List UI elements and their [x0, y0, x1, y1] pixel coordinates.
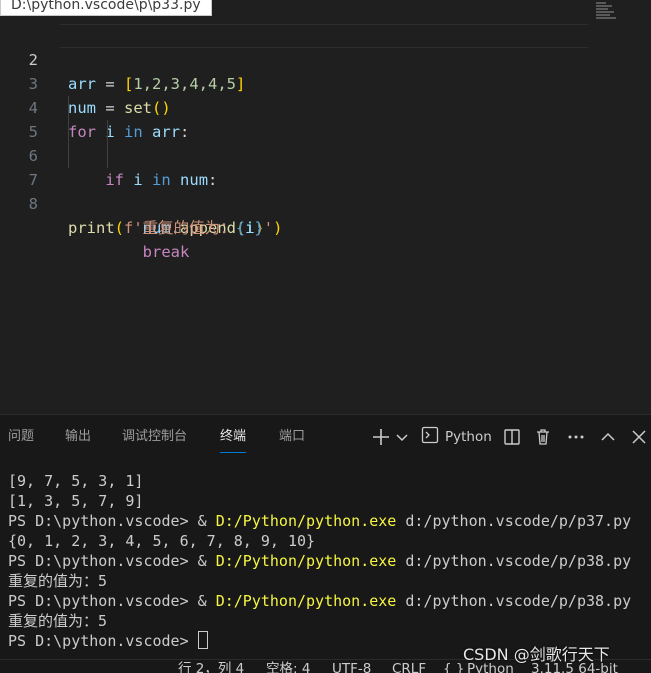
terminal-line: 重复的值为：5 [8, 612, 108, 630]
terminal-line: [9, 7, 5, 3, 1] [8, 472, 144, 490]
prompt: PS D:\python.vscode> [8, 512, 198, 530]
script-path: d:/python.vscode/p/p38.py [396, 552, 632, 570]
code-token: break [142, 243, 190, 261]
code-line[interactable]: 7 break [0, 144, 600, 261]
editor[interactable]: D:\python.vscode\p\p33.py 2 arr = [1,2,3… [0, 0, 651, 414]
code-token: { [235, 219, 246, 237]
file-path-tooltip: D:\python.vscode\p\p33.py [0, 0, 212, 16]
terminal-profile-button[interactable]: Python [421, 425, 492, 449]
terminal-line: [1, 3, 5, 7, 9] [8, 492, 144, 510]
call-operator: & [197, 512, 216, 530]
exe-path: D:/Python/python.exe [215, 592, 397, 610]
code-line[interactable]: 6 num.append(i) [0, 120, 600, 237]
tab-problems[interactable]: 问题 [8, 415, 34, 459]
tab-debug-console[interactable]: 调试控制台 [122, 415, 187, 459]
terminal-icon [421, 426, 439, 448]
watermark: CSDN @剑歌行天下 [463, 645, 610, 664]
terminal-output[interactable]: [9, 7, 5, 3, 1] [1, 3, 5, 7, 9] PS D:\py… [8, 471, 648, 651]
tab-output[interactable]: 输出 [65, 415, 91, 459]
panel-tabbar: 问题 输出 调试控制台 终端 端口 Python [0, 415, 651, 459]
plus-icon[interactable] [371, 425, 391, 449]
indent-guide [107, 120, 108, 144]
code-token: ) [273, 219, 283, 237]
exe-path: D:/Python/python.exe [215, 512, 397, 530]
code-token: print [68, 219, 115, 237]
indent-guide [68, 120, 69, 144]
bottom-panel: 问题 输出 调试控制台 终端 端口 Python [9, 7, 5, 3, 1]… [0, 414, 651, 659]
line-number: 8 [28, 195, 38, 213]
code-line[interactable]: 2 arr = [1,2,3,4,4,5] [0, 24, 600, 93]
indent-guide [68, 144, 69, 168]
terminal-line: PS D:\python.vscode> & D:/Python/python.… [8, 591, 648, 611]
prompt: PS D:\python.vscode> [8, 632, 198, 650]
minimap[interactable] [596, 2, 622, 24]
line-ending[interactable]: CRLF [392, 660, 426, 673]
call-operator: & [197, 592, 216, 610]
chevron-down-icon[interactable] [395, 425, 409, 449]
exe-path: D:/Python/python.exe [215, 552, 397, 570]
tab-terminal[interactable]: 终端 [220, 415, 247, 459]
code-token: ' [263, 219, 274, 237]
indent-guide [68, 96, 69, 120]
indentation[interactable]: 空格: 4 [266, 660, 310, 673]
code-token: f'重复的值为： [124, 219, 236, 237]
cursor-position[interactable]: 行 2，列 4 [178, 660, 244, 673]
code-line[interactable]: 8 print(f'重复的值为：{i}') [0, 168, 600, 237]
code-line[interactable]: 4 for i in arr: [0, 72, 600, 141]
trash-icon[interactable] [534, 425, 552, 449]
braces-icon: { } [443, 661, 465, 673]
code-token: ( [114, 219, 125, 237]
terminal-line: PS D:\python.vscode> & D:/Python/python.… [8, 551, 648, 571]
code-token: } [254, 219, 264, 237]
prompt: PS D:\python.vscode> [8, 592, 198, 610]
chevron-up-icon[interactable] [599, 425, 617, 449]
code-token: i [245, 219, 255, 237]
script-path: d:/python.vscode/p/p37.py [396, 512, 632, 530]
split-icon[interactable] [503, 425, 521, 449]
terminal-line: PS D:\python.vscode> & D:/Python/python.… [8, 511, 648, 531]
close-icon[interactable] [630, 425, 648, 449]
tab-ports[interactable]: 端口 [279, 415, 305, 459]
terminal-line: 重复的值为：5 [8, 572, 108, 590]
prompt: PS D:\python.vscode> [8, 552, 198, 570]
code-area[interactable]: 2 arr = [1,2,3,4,4,5] 3 num = set() 4 fo… [0, 24, 600, 261]
indent-guide [107, 144, 108, 168]
terminal-cursor [197, 631, 208, 649]
encoding[interactable]: UTF-8 [332, 660, 371, 673]
code-line[interactable]: 5 if i in num: [0, 96, 600, 189]
call-operator: & [197, 552, 216, 570]
code-line[interactable]: 3 num = set() [0, 48, 600, 117]
more-icon[interactable] [566, 425, 586, 449]
terminal-profile-label: Python [445, 429, 492, 445]
terminal-line: {0, 1, 2, 3, 4, 5, 6, 7, 8, 9, 10} [8, 532, 316, 550]
script-path: d:/python.vscode/p/p38.py [396, 592, 632, 610]
